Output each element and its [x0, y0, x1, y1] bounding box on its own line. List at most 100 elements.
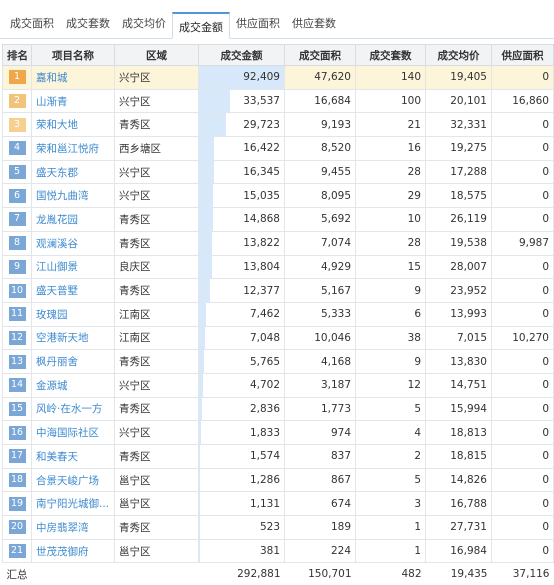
project-name-link[interactable]: 盛天普墅: [36, 285, 78, 297]
project-name-cell[interactable]: 空港新天地: [32, 326, 115, 350]
project-name-link[interactable]: 龙胤花园: [36, 214, 78, 226]
table-row[interactable]: 19南宁阳光城御...邕宁区1,131674316,7880: [3, 492, 554, 516]
header-supply-area[interactable]: 供应面积: [492, 45, 554, 66]
table-row[interactable]: 15风岭·在水一方青秀区2,8361,773515,9940: [3, 397, 554, 421]
project-name-cell[interactable]: 中房翡翠湾: [32, 516, 115, 540]
project-name-cell[interactable]: 金源城: [32, 373, 115, 397]
deal-units-cell: 28: [356, 231, 426, 255]
table-row[interactable]: 3荣和大地青秀区29,7239,1932132,3310: [3, 113, 554, 137]
project-name-cell[interactable]: 荣和大地: [32, 113, 115, 137]
table-row[interactable]: 10盛天普墅青秀区12,3775,167923,9520: [3, 279, 554, 303]
project-name-link[interactable]: 观澜溪谷: [36, 238, 78, 250]
table-row[interactable]: 8观澜溪谷青秀区13,8227,0742819,5389,987: [3, 231, 554, 255]
project-name-link[interactable]: 风岭·在水一方: [36, 403, 102, 415]
project-name-link[interactable]: 枫丹丽舍: [36, 356, 78, 368]
header-avg-price[interactable]: 成交均价: [426, 45, 492, 66]
project-name-link[interactable]: 中海国际社区: [36, 427, 99, 439]
project-name-cell[interactable]: 枫丹丽舍: [32, 350, 115, 374]
tab-avg-price[interactable]: 成交均价: [116, 10, 172, 38]
deal-units-cell: 100: [356, 89, 426, 113]
table-row[interactable]: 16中海国际社区兴宁区1,833974418,8130: [3, 421, 554, 445]
project-name-link[interactable]: 盛天东郡: [36, 167, 78, 179]
project-name-cell[interactable]: 嘉和城: [32, 66, 115, 90]
project-name-cell[interactable]: 龙胤花园: [32, 208, 115, 232]
header-rank[interactable]: 排名: [3, 45, 32, 66]
table-row[interactable]: 21世茂茂御府邕宁区381224116,9840: [3, 539, 554, 563]
project-name-cell[interactable]: 世茂茂御府: [32, 539, 115, 563]
project-name-link[interactable]: 中房翡翠湾: [36, 522, 89, 534]
table-row[interactable]: 5盛天东郡兴宁区16,3459,4552817,2880: [3, 160, 554, 184]
rank-cell: 20: [3, 516, 32, 540]
project-name-link[interactable]: 和美春天: [36, 451, 78, 463]
project-name-cell[interactable]: 和美春天: [32, 445, 115, 469]
project-name-cell[interactable]: 国悦九曲湾: [32, 184, 115, 208]
header-project-name[interactable]: 项目名称: [32, 45, 115, 66]
table-row[interactable]: 13枫丹丽舍青秀区5,7654,168913,8300: [3, 350, 554, 374]
ranking-table: 排名 项目名称 区域 成交金额 成交面积 成交套数 成交均价 供应面积 1嘉和城…: [2, 44, 554, 585]
deal-units-cell: 5: [356, 397, 426, 421]
deal-amount-cell: 1,131: [199, 492, 285, 516]
project-name-cell[interactable]: 玫瑰园: [32, 302, 115, 326]
tab-supply-area[interactable]: 供应面积: [230, 10, 286, 38]
table-row[interactable]: 4荣和邕江悦府西乡塘区16,4228,5201619,2750: [3, 137, 554, 161]
project-name-link[interactable]: 山渐青: [36, 96, 68, 108]
avg-price-cell: 16,788: [426, 492, 492, 516]
deal-area-cell: 10,046: [285, 326, 356, 350]
project-name-link[interactable]: 国悦九曲湾: [36, 190, 89, 202]
project-name-link[interactable]: 荣和邕江悦府: [36, 143, 99, 155]
table-row[interactable]: 14金源城兴宁区4,7023,1871214,7510: [3, 373, 554, 397]
tab-deal-units[interactable]: 成交套数: [60, 10, 116, 38]
deal-area-cell: 224: [285, 539, 356, 563]
project-name-cell[interactable]: 山渐青: [32, 89, 115, 113]
project-name-link[interactable]: 玫瑰园: [36, 309, 68, 321]
tab-deal-amount[interactable]: 成交金额: [172, 12, 230, 39]
table-row[interactable]: 17和美春天青秀区1,574837218,8150: [3, 445, 554, 469]
project-name-link[interactable]: 南宁阳光城御...: [36, 498, 109, 510]
header-district[interactable]: 区域: [115, 45, 199, 66]
project-name-link[interactable]: 金源城: [36, 380, 68, 392]
deal-amount-cell: 16,422: [199, 137, 285, 161]
project-name-cell[interactable]: 盛天普墅: [32, 279, 115, 303]
district-cell: 江南区: [115, 326, 199, 350]
table-row[interactable]: 1嘉和城兴宁区92,40947,62014019,4050: [3, 66, 554, 90]
avg-price-cell: 32,331: [426, 113, 492, 137]
project-name-link[interactable]: 空港新天地: [36, 332, 89, 344]
rank-badge: 2: [9, 94, 26, 108]
project-name-cell[interactable]: 观澜溪谷: [32, 231, 115, 255]
table-row[interactable]: 12空港新天地江南区7,04810,046387,01510,270: [3, 326, 554, 350]
tab-supply-units[interactable]: 供应套数: [286, 10, 342, 38]
table-row[interactable]: 11玫瑰园江南区7,4625,333613,9930: [3, 302, 554, 326]
table-row[interactable]: 2山渐青兴宁区33,53716,68410020,10116,860: [3, 89, 554, 113]
deal-amount-cell: 1,286: [199, 468, 285, 492]
project-name-cell[interactable]: 江山御景: [32, 255, 115, 279]
rank-cell: 9: [3, 255, 32, 279]
project-name-link[interactable]: 江山御景: [36, 261, 78, 273]
deal-units-cell: 5: [356, 468, 426, 492]
header-deal-units[interactable]: 成交套数: [356, 45, 426, 66]
header-deal-area[interactable]: 成交面积: [285, 45, 356, 66]
project-name-cell[interactable]: 合景天峻广场: [32, 468, 115, 492]
project-name-cell[interactable]: 中海国际社区: [32, 421, 115, 445]
project-name-link[interactable]: 合景天峻广场: [36, 475, 99, 487]
rank-badge: 14: [9, 378, 26, 392]
rank-badge: 10: [9, 284, 26, 298]
project-name-cell[interactable]: 风岭·在水一方: [32, 397, 115, 421]
table-row[interactable]: 7龙胤花园青秀区14,8685,6921026,1190: [3, 208, 554, 232]
table-row[interactable]: 9江山御景良庆区13,8044,9291528,0070: [3, 255, 554, 279]
project-name-link[interactable]: 嘉和城: [36, 72, 68, 84]
deal-amount-value: 15,035: [243, 190, 280, 202]
header-deal-amount[interactable]: 成交金额: [199, 45, 285, 66]
table-row[interactable]: 18合景天峻广场邕宁区1,286867514,8260: [3, 468, 554, 492]
deal-amount-cell: 7,048: [199, 326, 285, 350]
project-name-cell[interactable]: 荣和邕江悦府: [32, 137, 115, 161]
project-name-cell[interactable]: 南宁阳光城御...: [32, 492, 115, 516]
project-name-cell[interactable]: 盛天东郡: [32, 160, 115, 184]
tab-deal-area[interactable]: 成交面积: [4, 10, 60, 38]
rank-badge: 15: [9, 402, 26, 416]
project-name-link[interactable]: 荣和大地: [36, 119, 78, 131]
table-row[interactable]: 6国悦九曲湾兴宁区15,0358,0952918,5750: [3, 184, 554, 208]
deal-area-cell: 1,773: [285, 397, 356, 421]
project-name-link[interactable]: 世茂茂御府: [36, 546, 89, 558]
rank-cell: 8: [3, 231, 32, 255]
table-row[interactable]: 20中房翡翠湾青秀区523189127,7310: [3, 516, 554, 540]
